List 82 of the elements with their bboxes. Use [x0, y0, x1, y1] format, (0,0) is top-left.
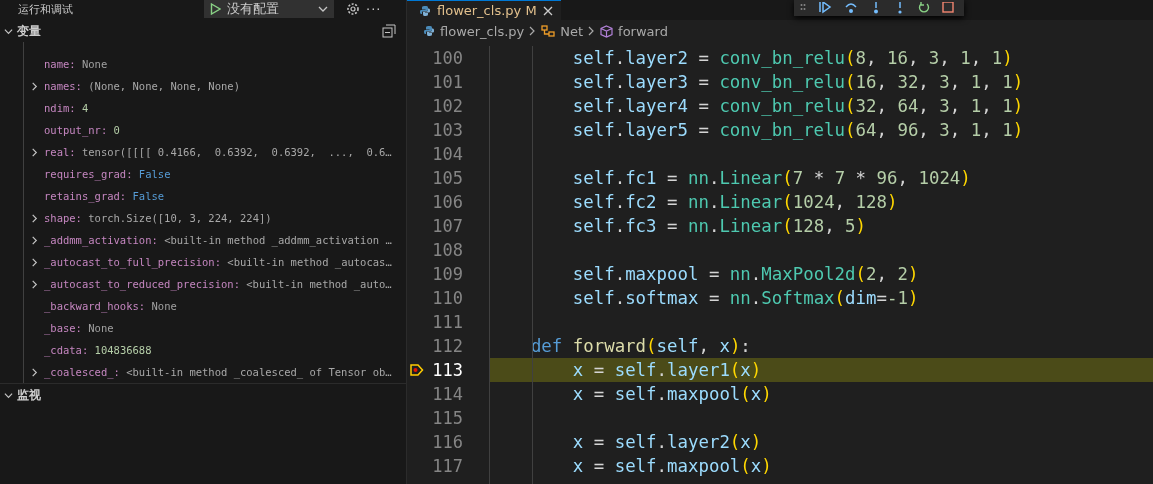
cube-icon [600, 24, 614, 38]
settings-icon[interactable] [346, 2, 360, 16]
line-number: 109 [431, 264, 463, 284]
line-number: 102 [431, 96, 463, 116]
line-number: 110 [431, 288, 463, 308]
continue-icon[interactable] [818, 2, 832, 14]
line-number: 113 [431, 360, 463, 380]
variable-entry[interactable]: requires_grad: False [44, 168, 171, 180]
chevron-icon[interactable] [29, 257, 39, 267]
chevron-icon[interactable] [4, 26, 13, 36]
line-number: 106 [431, 192, 463, 212]
stop-icon[interactable] [942, 2, 954, 14]
variable-entry[interactable]: retains_grad: False [44, 190, 165, 202]
code-line: self.softmax = nn.Softmax(dim=-1) [571, 288, 919, 308]
chevron-icon[interactable] [4, 390, 13, 400]
chevron-icon [588, 26, 596, 36]
play-icon [210, 3, 221, 15]
code-line: self.layer5 = conv_bn_relu(64, 96, 3, 1, 1) [571, 120, 1024, 140]
code-line: self.fc2 = nn.Linear(1024, 128) [571, 192, 898, 212]
code-line: self.maxpool = nn.MaxPool2d(2, 2) [571, 264, 919, 284]
variable-entry[interactable]: _autocast_to_full_precision: <built-in method _autocas… [44, 256, 392, 268]
line-number: 100 [431, 48, 463, 68]
line-number: 117 [431, 456, 463, 476]
restart-icon[interactable] [918, 2, 930, 14]
code-line: self.layer4 = conv_bn_relu(32, 64, 3, 1, 1) [571, 96, 1024, 116]
variable-entry[interactable]: _autocast_to_reduced_precision: <built-in method _auto… [44, 278, 392, 290]
section-title[interactable]: 变量 [17, 22, 378, 40]
variable-entry[interactable]: _backward_hooks: None [44, 300, 177, 312]
more-button[interactable]: ··· [366, 1, 382, 17]
line-number: 101 [431, 72, 463, 92]
code-line: x = self.maxpool(x) [571, 384, 772, 404]
code-line: self.layer2 = conv_bn_relu(8, 16, 3, 1, 1) [571, 48, 1013, 68]
line-number: 104 [431, 144, 463, 164]
breadcrumb-item[interactable]: forward [618, 23, 668, 39]
code-line: x = self.maxpool(x) [571, 456, 772, 476]
breadcrumb-item[interactable]: flower_cls.py [440, 23, 525, 39]
chevron-icon[interactable] [29, 81, 39, 91]
variable-entry[interactable]: names: (None, None, None, None) [44, 80, 240, 92]
class-icon [541, 24, 556, 38]
variable-entry[interactable]: _cdata: 104836688 [44, 344, 152, 356]
line-number: 116 [431, 432, 463, 452]
line-number: 105 [431, 168, 463, 188]
current-line-icon [410, 364, 424, 376]
code-line: self.fc3 = nn.Linear(128, 5) [571, 216, 867, 236]
variable-entry[interactable]: _base: None [44, 322, 114, 334]
line-number: 112 [431, 336, 463, 356]
chevron-icon [529, 26, 537, 36]
line-number: 103 [431, 120, 463, 140]
variable-entry[interactable]: shape: torch.Size([10, 3, 224, 224]) [44, 212, 272, 224]
close-icon[interactable] [542, 5, 553, 16]
line-number: 115 [431, 408, 463, 428]
code-line: self.fc1 = nn.Linear(7 * 7 * 96, 1024) [571, 168, 971, 188]
variable-entry[interactable]: name: None [44, 58, 108, 70]
chevron-icon[interactable] [29, 235, 39, 245]
line-number: 108 [431, 240, 463, 260]
python-icon [419, 4, 431, 17]
variable-entry[interactable]: ndim: 4 [44, 102, 89, 114]
variable-entry[interactable]: real: tensor([[[[ 0.4166, 0.6392, 0.6392, ..., 0.6… [44, 146, 392, 158]
grip-icon[interactable] [800, 3, 806, 13]
code-line: self.layer3 = conv_bn_relu(16, 32, 3, 1, 1) [571, 72, 1024, 92]
config-dropdown[interactable]: 没有配置 [204, 0, 334, 18]
step-over-icon[interactable] [844, 2, 858, 14]
variable-entry[interactable]: _coalesced_: <built-in method _coalesced_ of Tensor ob… [44, 366, 392, 378]
code-line: def forward(self, x): [529, 336, 751, 356]
line-number: 107 [431, 216, 463, 236]
panel-title: 运行和调试 [18, 1, 74, 17]
chevron-icon[interactable] [29, 147, 39, 157]
code-line: x = self.layer1(x) [571, 360, 762, 380]
line-number: 111 [431, 312, 463, 332]
python-icon [423, 25, 435, 37]
breadcrumb-item[interactable]: Net [560, 23, 584, 39]
line-number: 114 [431, 384, 463, 404]
chevron-icon [318, 5, 328, 13]
variable-entry[interactable]: _addmm_activation: <built-in method _addmm_activation … [44, 234, 392, 246]
section-title[interactable]: 监视 [17, 386, 402, 404]
chevron-icon[interactable] [29, 213, 39, 223]
variable-entry[interactable]: output_nr: 0 [44, 124, 120, 136]
file-tab[interactable]: flower_cls.py M [407, 0, 561, 20]
collapse-all-icon[interactable] [382, 24, 396, 38]
chevron-icon[interactable] [29, 367, 39, 377]
chevron-icon[interactable] [29, 279, 39, 289]
code-line: x = self.layer2(x) [571, 432, 762, 452]
